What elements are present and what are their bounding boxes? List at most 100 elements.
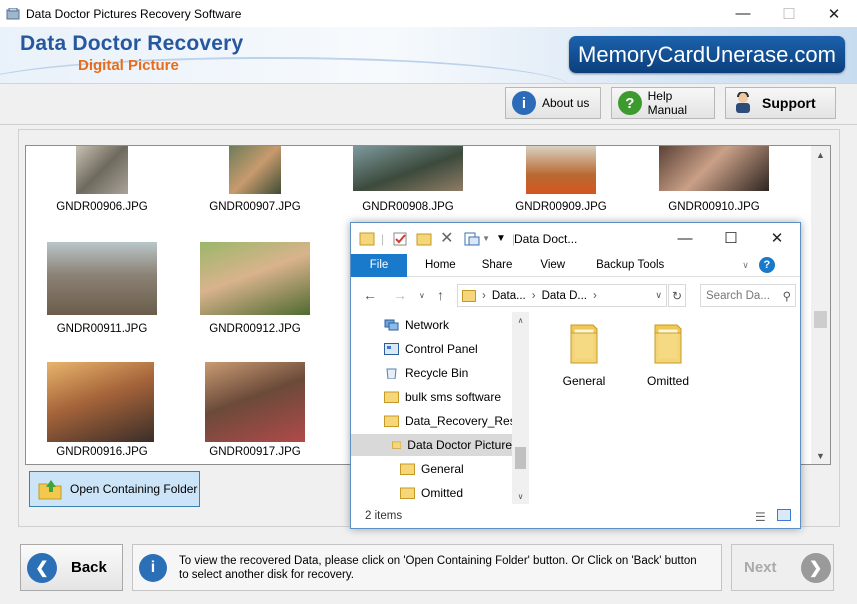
thumbnail-caption: GNDR00908.JPG (362, 201, 454, 213)
scroll-up-icon[interactable]: ∧ (512, 312, 529, 328)
brand-subtitle: Digital Picture (78, 57, 179, 74)
thumbnail-caption: GNDR00916.JPG (56, 446, 148, 458)
folder-icon (654, 324, 682, 364)
next-arrow-icon: ❯ (800, 552, 831, 583)
info-message: To view the recovered Data, please click… (179, 554, 697, 581)
scroll-down-icon[interactable]: ∨ (512, 488, 529, 504)
gallery-scrollbar[interactable]: ▲ ▼ (811, 146, 830, 464)
tab-file[interactable]: File (351, 253, 407, 277)
back-button[interactable]: ❮ Back (20, 544, 123, 591)
scroll-up-icon[interactable]: ▲ (811, 146, 830, 163)
new-folder-icon[interactable] (416, 232, 432, 246)
tab-share[interactable]: Share (482, 259, 513, 271)
support-person-icon (736, 92, 750, 113)
address-box[interactable]: › Data... › Data D... › ∨ (457, 284, 667, 307)
back-arrow-icon: ❮ (27, 552, 57, 583)
refresh-icon[interactable]: ↻ (668, 284, 686, 307)
thumbnail-caption: GNDR00909.JPG (515, 201, 607, 213)
explorer-maximize-icon[interactable]: ☐ (708, 227, 754, 249)
folder-item-omitted[interactable]: Omitted (633, 323, 703, 388)
large-icons-view-icon[interactable] (777, 509, 791, 521)
help-icon[interactable]: ? (758, 257, 775, 273)
explorer-window[interactable]: | ✕ ▼ ▼ | Data Doct... — ☐ ✕ File Home S… (350, 222, 801, 529)
address-segment[interactable]: Data D... (542, 290, 587, 302)
tree-item-recycle-bin[interactable]: Recycle Bin (384, 362, 468, 384)
about-us-label: About us (542, 96, 590, 110)
help-icon: ? (618, 91, 642, 115)
tree-label: Omitted (421, 486, 464, 500)
folder-open-icon (38, 480, 62, 500)
thumbnail-image (200, 242, 310, 315)
folder-item-general[interactable]: General (549, 323, 619, 388)
scrollbar-thumb[interactable] (515, 447, 526, 469)
open-containing-folder-button[interactable]: Open Containing Folder (29, 471, 200, 507)
thumbnail-caption: GNDR00910.JPG (668, 201, 760, 213)
explorer-minimize-icon[interactable]: — (662, 227, 708, 249)
qat-more-icon[interactable]: ▼ (496, 233, 506, 244)
thumbnail-image (659, 146, 769, 191)
back-label: Back (71, 559, 107, 576)
info-icon: i (512, 91, 536, 115)
info-message-box: i To view the recovered Data, please cli… (132, 544, 722, 591)
tab-home[interactable]: Home (425, 259, 456, 271)
thumbnail-image (229, 146, 281, 194)
thumbnail-caption: GNDR00906.JPG (56, 201, 148, 213)
tree-item-omitted[interactable]: Omitted (400, 482, 463, 504)
minimize-icon[interactable]: — (720, 0, 766, 27)
next-button[interactable]: Next ❯ (731, 544, 834, 591)
navigation-tree[interactable]: Network Control Panel Recycle Bin bulk s… (351, 312, 529, 504)
tree-item-general[interactable]: General (400, 458, 464, 480)
folder-icon (462, 289, 476, 302)
properties-icon[interactable] (392, 232, 408, 246)
back-nav-icon[interactable]: ← (363, 287, 377, 303)
tree-item-data-doctor-picture[interactable]: Data Doctor Picture (351, 434, 512, 456)
thumbnail-image (76, 146, 128, 194)
thumbnail-image (47, 362, 154, 442)
thumbnail-image (205, 362, 305, 442)
tab-backup-tools[interactable]: Backup Tools (596, 259, 664, 271)
folder-icon[interactable] (359, 232, 375, 246)
rename-icon[interactable] (464, 232, 480, 246)
tree-scrollbar[interactable]: ∧ ∨ (512, 312, 529, 504)
scrollbar-thumb[interactable] (814, 311, 827, 328)
folder-label: Omitted (646, 374, 689, 388)
explorer-title: Data Doct... (514, 232, 578, 246)
tree-label: Data Doctor Picture (407, 438, 512, 452)
about-us-button[interactable]: i About us (505, 87, 601, 119)
details-view-icon[interactable]: ☰ (755, 510, 766, 524)
up-nav-icon[interactable]: ↑ (437, 287, 444, 303)
thumbnail-caption: GNDR00912.JPG (209, 323, 301, 335)
control-panel-icon (384, 343, 399, 355)
thumbnail-image (353, 146, 463, 191)
close-icon[interactable]: ✕ (811, 0, 857, 27)
support-button[interactable]: Support (725, 87, 836, 119)
tree-item-data-recovery-results[interactable]: Data_Recovery_Resu (384, 410, 522, 432)
recent-locations-icon[interactable]: ∨ (419, 291, 425, 300)
thumbnail-image (47, 242, 157, 315)
customize-dropdown-icon[interactable]: ▼ (482, 234, 490, 243)
expand-ribbon-icon[interactable]: ∨ (742, 260, 749, 271)
delete-icon[interactable]: ✕ (440, 230, 456, 246)
ribbon-tabs: File Home Share View Backup Tools ∨ ? (351, 253, 800, 277)
scroll-down-icon[interactable]: ▼ (811, 447, 830, 464)
thumbnail-caption: GNDR00917.JPG (209, 446, 301, 458)
tree-label: Recycle Bin (405, 366, 469, 380)
address-dropdown-icon[interactable]: ∨ (655, 290, 662, 301)
tree-label: General (421, 462, 464, 476)
tree-item-network[interactable]: Network (384, 314, 449, 336)
explorer-close-icon[interactable]: ✕ (754, 227, 800, 249)
tree-item-bulk-sms[interactable]: bulk sms software (384, 386, 501, 408)
recycle-bin-icon (386, 368, 397, 379)
help-manual-button[interactable]: ? Help Manual (611, 87, 715, 119)
forward-nav-icon[interactable]: → (393, 287, 407, 303)
search-input[interactable]: Search Da... ⚲ (700, 284, 796, 307)
window-title: Data Doctor Pictures Recovery Software (26, 6, 242, 21)
next-label: Next (744, 559, 777, 576)
address-segment[interactable]: Data... (492, 290, 526, 302)
tree-item-control-panel[interactable]: Control Panel (384, 338, 478, 360)
thumbnail-caption: GNDR00907.JPG (209, 201, 301, 213)
maximize-icon[interactable]: ☐ (766, 0, 812, 27)
tab-view[interactable]: View (540, 259, 565, 271)
tree-label: Data_Recovery_Resu (405, 414, 523, 428)
tree-label: Control Panel (405, 342, 478, 356)
